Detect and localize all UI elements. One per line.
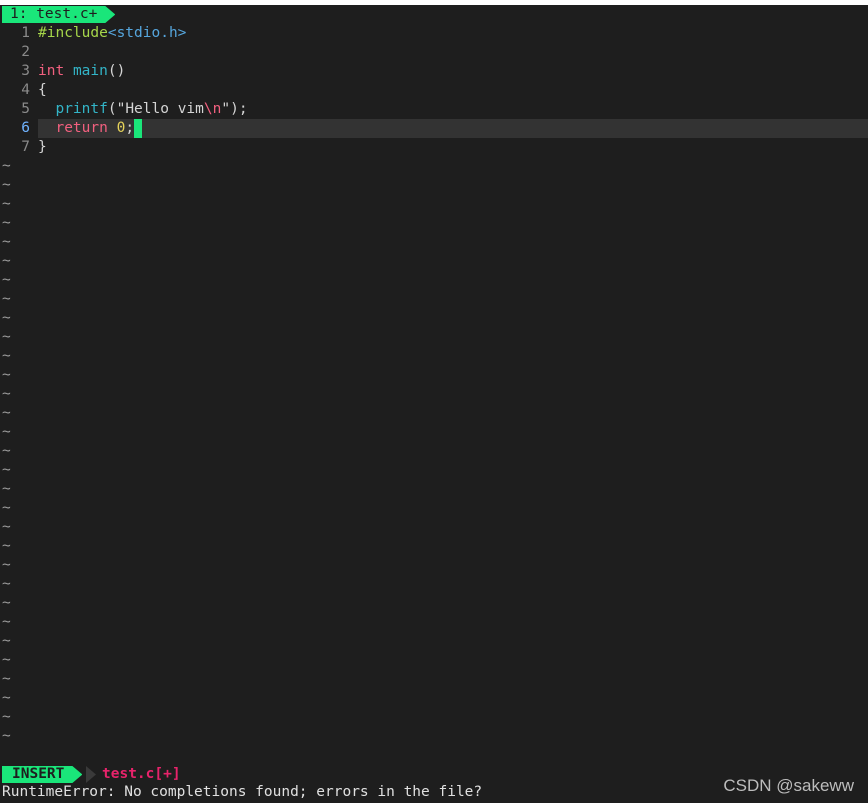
empty-line-marker: ~ bbox=[2, 291, 11, 307]
empty-line-marker: ~ bbox=[2, 576, 11, 592]
empty-line-marker: ~ bbox=[2, 329, 11, 345]
empty-line-marker: ~ bbox=[2, 196, 11, 212]
empty-line-marker: ~ bbox=[2, 538, 11, 554]
code-line[interactable]: 6 return 0; bbox=[0, 119, 868, 138]
code-token: main bbox=[72, 63, 108, 79]
empty-line-marker: ~ bbox=[2, 177, 11, 193]
code-token: ; bbox=[125, 120, 135, 136]
buffer-tab[interactable]: 1: test.c+ bbox=[2, 6, 115, 23]
code-token: int bbox=[38, 63, 65, 79]
line-code: { bbox=[38, 81, 868, 100]
code-line[interactable]: 1 #include<stdio.h> bbox=[0, 24, 868, 43]
code-token: return bbox=[55, 120, 108, 136]
empty-line-marker: ~ bbox=[2, 348, 11, 364]
statusline-filename: test.c[+] bbox=[102, 766, 181, 782]
code-line[interactable]: 3 int main() bbox=[0, 62, 868, 81]
line-number: 6 bbox=[21, 120, 30, 136]
code-token: "Hello vim bbox=[116, 101, 204, 117]
line-number: 4 bbox=[21, 82, 30, 98]
line-code: int main() bbox=[38, 62, 868, 81]
code-token: " bbox=[221, 101, 231, 117]
empty-line-marker: ~ bbox=[2, 386, 11, 402]
empty-line-marker: ~ bbox=[2, 367, 11, 383]
code-token: #include bbox=[38, 25, 108, 41]
line-number: 3 bbox=[21, 63, 30, 79]
empty-line-marker: ~ bbox=[2, 405, 11, 421]
empty-line-marker: ~ bbox=[2, 519, 11, 535]
command-line-message: RuntimeError: No completions found; erro… bbox=[2, 784, 483, 800]
code-token: printf bbox=[55, 101, 108, 117]
empty-line-marker: ~ bbox=[2, 253, 11, 269]
empty-line-marker: ~ bbox=[2, 728, 11, 744]
empty-line-marker: ~ bbox=[2, 709, 11, 725]
line-code: #include<stdio.h> bbox=[38, 24, 868, 43]
line-code: printf("Hello vim\n"); bbox=[38, 100, 868, 119]
code-token: <stdio.h> bbox=[107, 25, 187, 41]
empty-line-marker: ~ bbox=[2, 614, 11, 630]
code-line[interactable]: 5 printf("Hello vim\n"); bbox=[0, 100, 868, 119]
line-code: } bbox=[38, 138, 868, 157]
code-token: { bbox=[38, 82, 47, 98]
empty-line-marker: ~ bbox=[2, 500, 11, 516]
empty-line-marker: ~ bbox=[2, 671, 11, 687]
empty-line-marker: ~ bbox=[2, 424, 11, 440]
line-number: 1 bbox=[21, 25, 30, 41]
tabline: 1: test.c+ bbox=[0, 5, 868, 24]
code-line[interactable]: 2 bbox=[0, 43, 868, 62]
empty-line-marker: ~ bbox=[2, 690, 11, 706]
editor-buffer[interactable]: 1 #include<stdio.h> 2 3 int main() 4{5 printf… bbox=[0, 24, 868, 746]
empty-line-marker: ~ bbox=[2, 158, 11, 174]
text-cursor bbox=[134, 119, 143, 138]
empty-line-marker: ~ bbox=[2, 310, 11, 326]
empty-line-marker: ~ bbox=[2, 234, 11, 250]
mode-indicator: INSERT bbox=[2, 766, 82, 783]
code-token: \n bbox=[203, 101, 222, 117]
line-number: 5 bbox=[21, 101, 30, 117]
code-token: () bbox=[107, 63, 126, 79]
code-token: } bbox=[38, 139, 47, 155]
statusline-separator-icon bbox=[86, 766, 96, 783]
empty-line-marker: ~ bbox=[2, 557, 11, 573]
watermark: CSDN @sakeww bbox=[723, 776, 854, 795]
empty-line-marker: ~ bbox=[2, 652, 11, 668]
empty-line-marker: ~ bbox=[2, 633, 11, 649]
empty-line-marker: ~ bbox=[2, 443, 11, 459]
empty-line-marker: ~ bbox=[2, 481, 11, 497]
code-line[interactable]: 4{ bbox=[0, 81, 868, 100]
empty-line-marker: ~ bbox=[2, 215, 11, 231]
empty-line-marker: ~ bbox=[2, 272, 11, 288]
code-token: ( bbox=[107, 101, 117, 117]
code-line[interactable]: 7} bbox=[0, 138, 868, 157]
line-number: 7 bbox=[21, 139, 30, 155]
empty-line-marker: ~ bbox=[2, 462, 11, 478]
line-code: return 0; bbox=[38, 119, 868, 138]
line-number: 2 bbox=[21, 44, 30, 60]
code-token: ); bbox=[230, 101, 248, 117]
empty-line-marker: ~ bbox=[2, 595, 11, 611]
vim-terminal-window: 1: test.c+ 1 #include<stdio.h> 2 3 int main(… bbox=[0, 5, 868, 803]
